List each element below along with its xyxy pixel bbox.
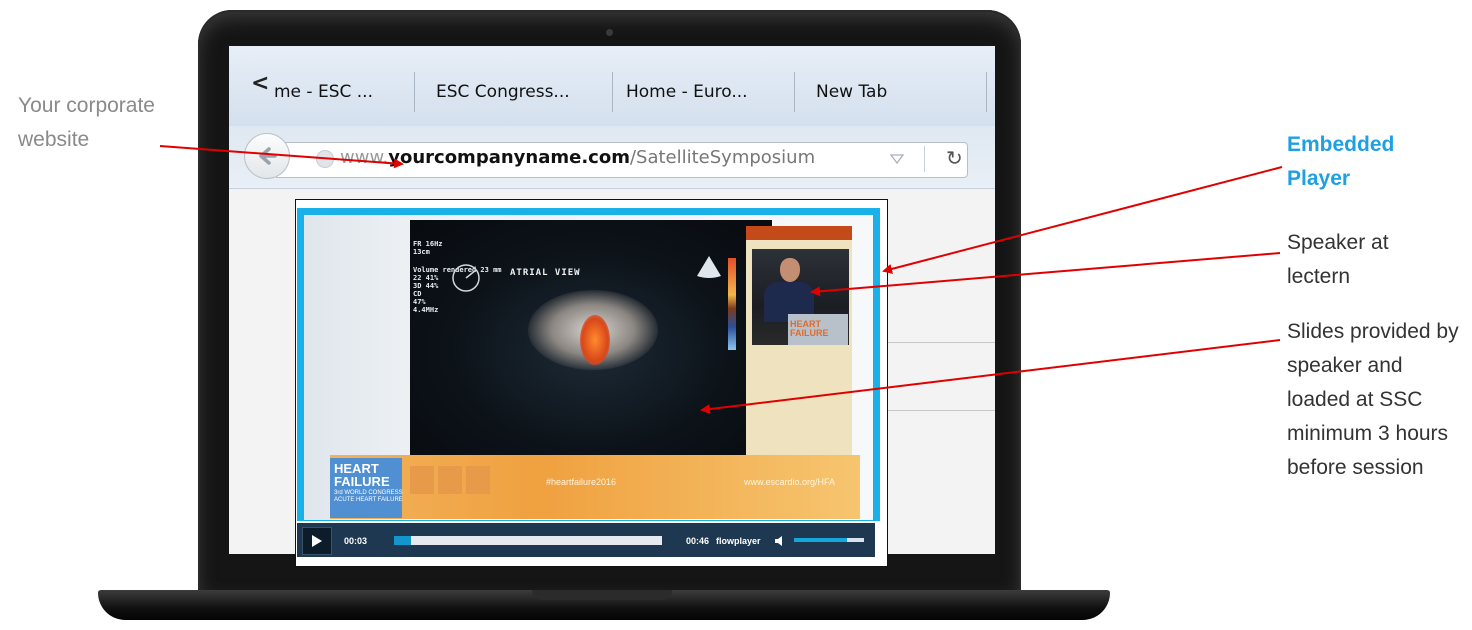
arrow-slides [700, 339, 1281, 415]
arrow-corporate-website [159, 145, 404, 169]
annotation-arrows [159, 145, 1283, 415]
arrow-speaker [810, 252, 1281, 297]
arrow-embedded-player [882, 166, 1283, 274]
